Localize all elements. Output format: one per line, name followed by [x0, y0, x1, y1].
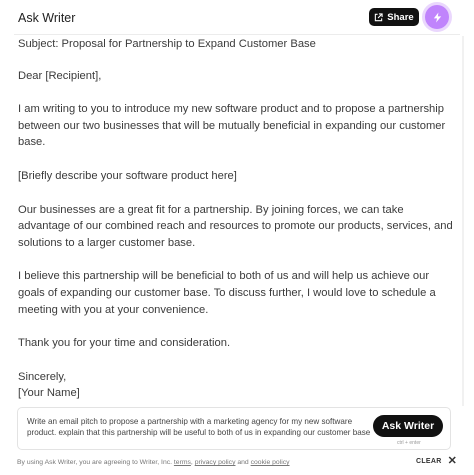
cookie-policy-link[interactable]: cookie policy [251, 459, 290, 466]
generated-letter: Subject: Proposal for Partnership to Exp… [18, 36, 458, 402]
letter-paragraph: I believe this partnership will be benef… [18, 270, 436, 316]
letter-subject: Subject: Proposal for Partnership to Exp… [18, 38, 316, 50]
share-label: Share [387, 11, 414, 23]
footer-and: and [237, 459, 249, 466]
letter-signature: [Your Name] [18, 387, 80, 400]
prompt-input-box[interactable]: Write an email pitch to propose a partne… [17, 407, 451, 450]
header-divider [14, 34, 460, 35]
letter-paragraph: Our businesses are a great fit for a par… [18, 203, 453, 249]
letter-paragraph: I am writing to you to introduce my new … [18, 103, 446, 149]
footer-separator: , [190, 459, 193, 466]
clear-button[interactable]: CLEAR ✕ [416, 455, 458, 467]
prompt-input[interactable]: Write an email pitch to propose a partne… [27, 417, 372, 438]
ask-writer-button[interactable]: Ask Writer [373, 415, 443, 437]
header: Ask Writer Share [0, 0, 474, 34]
share-button[interactable]: Share [369, 8, 419, 26]
letter-closing: Sincerely, [18, 370, 67, 383]
bolt-button[interactable] [425, 5, 449, 29]
shortcut-hint: ctrl + enter [397, 440, 421, 446]
letter-signoff: Sincerely, [Your Name] [18, 369, 458, 402]
terms-link[interactable]: terms [174, 459, 191, 466]
app-title: Ask Writer [18, 11, 76, 25]
footer-prefix: By using Ask Writer, you are agreeing to… [17, 459, 173, 466]
footer-disclaimer: By using Ask Writer, you are agreeing to… [17, 459, 290, 466]
letter-paragraph: Thank you for your time and consideratio… [18, 337, 231, 350]
privacy-policy-link[interactable]: privacy policy [195, 459, 236, 466]
letter-paragraph: [Briefly describe your software product … [18, 169, 237, 182]
scrollbar[interactable] [462, 36, 464, 406]
external-share-icon [375, 12, 383, 21]
close-icon: ✕ [447, 455, 458, 467]
lightning-bolt-icon [433, 11, 441, 23]
letter-greeting: Dear [Recipient], [18, 69, 102, 82]
clear-label: CLEAR [416, 458, 442, 465]
